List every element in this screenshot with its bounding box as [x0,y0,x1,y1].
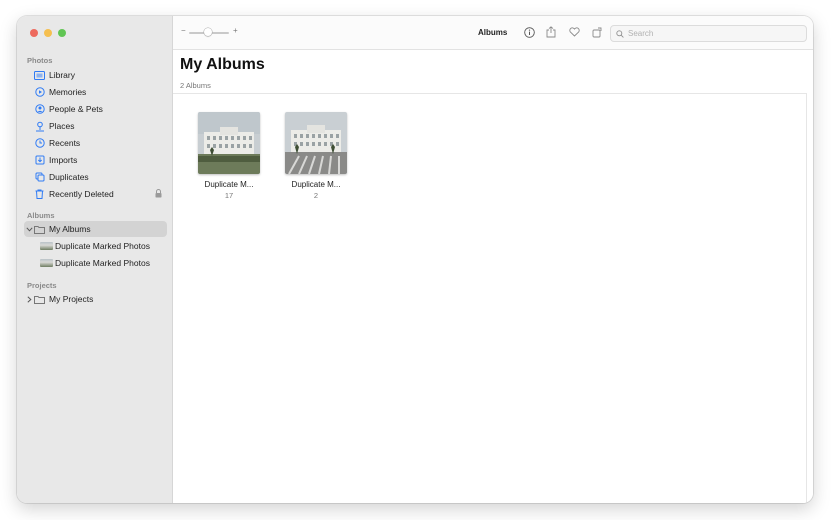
heart-icon[interactable] [568,26,580,38]
sidebar-item-imports[interactable]: Imports [24,152,167,168]
chevron-down-icon[interactable] [25,224,33,234]
sidebar-item-recently-deleted[interactable]: Recently Deleted [24,186,167,202]
places-icon [34,121,45,132]
window-controls [30,29,66,37]
share-icon[interactable] [545,26,557,38]
page-title: My Albums [180,56,265,73]
zoom-out-label[interactable]: − [181,26,186,35]
sidebar-item-label: Memories [49,87,87,97]
info-icon[interactable] [523,26,535,38]
duplicates-icon [34,172,45,183]
content-divider [173,93,806,94]
zoom-slider-thumb[interactable] [204,28,212,36]
search-input[interactable] [628,29,798,38]
album-thumbnail-icon [40,259,53,267]
album-name: Duplicate M... [291,180,341,189]
sidebar-item-memories[interactable]: Memories [24,84,167,100]
sidebar-item-label: Library [49,70,75,80]
sidebar-item-label: People & Pets [49,104,103,114]
search-icon [616,29,624,38]
sidebar-item-label: Duplicate Marked Photos [55,258,150,268]
content-scroll-edge [806,93,807,503]
close-button[interactable] [30,29,38,37]
sidebar-item-label: My Albums [49,224,91,234]
sidebar: Photos Library Memories People & Pets Pl… [17,16,173,503]
people-icon [34,104,45,115]
album-photo-count: 17 [224,191,234,200]
library-icon [34,70,45,81]
search-field[interactable] [610,25,807,42]
sidebar-item-my-albums[interactable]: My Albums [24,221,167,237]
album-count: 2 Albums [180,81,211,90]
photos-window: Photos Library Memories People & Pets Pl… [17,16,813,503]
sidebar-item-label: Recently Deleted [49,189,114,199]
sidebar-item-label: Duplicate Marked Photos [55,241,150,251]
rotate-icon[interactable] [591,26,603,38]
sidebar-item-album[interactable]: Duplicate Marked Photos [24,255,167,271]
album-thumbnail[interactable] [285,112,347,174]
projects-section-label: Projects [27,281,57,290]
sidebar-item-places[interactable]: Places [24,118,167,134]
lock-icon [155,189,162,200]
sidebar-item-duplicates[interactable]: Duplicates [24,169,167,185]
album-thumbnail-icon [40,242,53,250]
sidebar-item-label: Recents [49,138,81,148]
main-content: − + Albums My Albums 2 Albums [173,16,813,503]
toolbar: − + Albums [173,16,813,50]
minimize-button[interactable] [44,29,52,37]
album-item[interactable]: Duplicate M... 2 [284,112,348,200]
trash-icon [34,189,45,200]
album-name: Duplicate M... [204,180,254,189]
toolbar-title: Albums [478,28,508,37]
album-photo-count: 2 [313,191,319,200]
album-item[interactable]: Duplicate M... 17 [197,112,261,200]
sidebar-item-library[interactable]: Library [24,67,167,83]
photos-section-label: Photos [27,56,53,65]
recents-icon [34,138,45,149]
albums-section-label: Albums [27,211,55,220]
sidebar-item-label: Imports [49,155,78,165]
sidebar-item-label: Duplicates [49,172,89,182]
maximize-button[interactable] [58,29,66,37]
sidebar-item-recents[interactable]: Recents [24,135,167,151]
sidebar-item-label: My Projects [49,294,94,304]
sidebar-item-my-projects[interactable]: My Projects [24,291,167,307]
sidebar-item-people-pets[interactable]: People & Pets [24,101,167,117]
album-thumbnail[interactable] [198,112,260,174]
chevron-right-icon[interactable] [25,294,33,304]
memories-icon [34,87,45,98]
zoom-in-label[interactable]: + [233,26,238,35]
folder-icon [34,224,45,235]
folder-icon [34,294,45,305]
imports-icon [34,155,45,166]
sidebar-item-album[interactable]: Duplicate Marked Photos [24,238,167,254]
sidebar-item-label: Places [49,121,75,131]
